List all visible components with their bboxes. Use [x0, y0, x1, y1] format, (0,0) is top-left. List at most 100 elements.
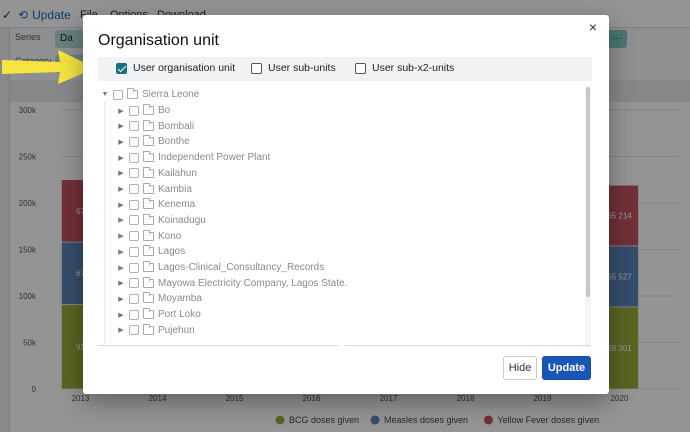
- caret-right-icon[interactable]: ▶: [116, 122, 126, 130]
- tree-item[interactable]: ▶ Bonthe: [116, 134, 190, 149]
- checkbox-icon[interactable]: [129, 152, 139, 163]
- tree-root[interactable]: ▼ Sierra Leone: [100, 87, 199, 102]
- option-user-sub-units[interactable]: User sub-units: [251, 62, 336, 74]
- checkbox-icon[interactable]: [129, 199, 139, 210]
- checkbox-icon[interactable]: [129, 262, 139, 273]
- tree-item[interactable]: ▶ Moyamba: [116, 291, 202, 306]
- checkbox-icon[interactable]: [129, 325, 139, 336]
- option-user-sub-x2-units[interactable]: User sub-x2-units: [355, 62, 454, 74]
- checkbox-checked-icon[interactable]: [116, 62, 127, 74]
- tree-item-label: Bo: [158, 105, 171, 116]
- checkbox-icon[interactable]: [129, 246, 139, 257]
- tree-item-label: Lagos-Clinical_Consultancy_Records: [158, 262, 325, 273]
- tree-item[interactable]: ▶ Lagos: [116, 244, 185, 259]
- checkbox-icon[interactable]: [113, 89, 123, 100]
- tree-item[interactable]: ▶ Bombali: [116, 119, 194, 134]
- tree-item[interactable]: ▶ Independent Power Plant: [116, 150, 270, 165]
- tree-item[interactable]: ▶ Lagos-Clinical_Consultancy_Records: [116, 260, 324, 275]
- folder-icon: [143, 166, 154, 178]
- caret-right-icon[interactable]: ▶: [116, 295, 126, 303]
- caret-right-icon[interactable]: ▶: [116, 264, 126, 272]
- checkbox-icon[interactable]: [129, 184, 139, 194]
- checkbox-icon[interactable]: [129, 121, 139, 132]
- hide-button[interactable]: Hide: [503, 356, 537, 380]
- caret-right-icon[interactable]: ▶: [116, 311, 126, 319]
- close-icon[interactable]: ×: [585, 19, 601, 35]
- caret-right-icon[interactable]: ▶: [116, 154, 126, 162]
- folder-icon: [143, 104, 154, 115]
- tree-root-label: Sierra Leone: [142, 89, 200, 100]
- caret-right-icon[interactable]: ▶: [116, 201, 126, 209]
- org-unit-dialog: × Organisation unit User organisation un…: [83, 15, 609, 394]
- folder-icon: [143, 151, 154, 163]
- tree-item-label: Moyamba: [158, 293, 202, 305]
- caret-down-icon[interactable]: ▼: [100, 91, 110, 98]
- caret-right-icon[interactable]: ▶: [116, 169, 126, 177]
- caret-right-icon[interactable]: ▶: [116, 326, 126, 334]
- caret-right-icon[interactable]: ▶: [116, 232, 126, 240]
- checkbox-icon[interactable]: [129, 293, 139, 304]
- caret-right-icon[interactable]: ▶: [116, 107, 126, 115]
- folder-icon: [143, 323, 154, 335]
- checkbox-icon[interactable]: [355, 62, 366, 74]
- caret-right-icon[interactable]: ▶: [116, 248, 126, 256]
- folder-icon: [143, 135, 154, 147]
- tree-item-label: Kambia: [158, 183, 192, 195]
- update-button[interactable]: Update: [542, 356, 591, 380]
- tree-item-label: Kailahun: [158, 167, 197, 179]
- checkbox-icon[interactable]: [129, 105, 139, 116]
- option-label: User sub-units: [268, 62, 336, 74]
- checkbox-icon[interactable]: [129, 231, 139, 242]
- tree-item-label: Lagos: [158, 246, 186, 258]
- tree-item-label: Kenema: [158, 199, 196, 211]
- folder-icon: [143, 261, 154, 272]
- option-label: User sub-x2-units: [372, 62, 455, 74]
- tree-item-label: Bombali: [158, 120, 195, 132]
- checkbox-icon[interactable]: [251, 62, 262, 74]
- tree-item[interactable]: ▶ Pujehun: [116, 323, 195, 338]
- tree-item-label: Port Loko: [158, 309, 201, 321]
- tree-item[interactable]: ▶ Kailahun: [116, 166, 197, 181]
- checkbox-icon[interactable]: [129, 215, 139, 226]
- user-org-unit-options: User organisation unit User sub-units Us…: [98, 57, 592, 81]
- caret-right-icon[interactable]: ▶: [116, 216, 126, 224]
- tree-item[interactable]: ▶ Mayowa Electricity Company, Lagos State…: [116, 276, 347, 291]
- tree-item-label: Pujehun: [158, 324, 195, 336]
- tree-item[interactable]: ▶ Kono: [116, 229, 181, 244]
- tree-item-label: Kono: [158, 230, 182, 242]
- folder-icon: [143, 198, 154, 210]
- folder-icon: [143, 213, 154, 225]
- caret-right-icon[interactable]: ▶: [116, 279, 126, 287]
- folder-icon: [143, 276, 154, 288]
- folder-icon: [143, 229, 154, 241]
- checkbox-icon[interactable]: [129, 309, 139, 320]
- folder-icon: [143, 182, 154, 194]
- tree-item[interactable]: ▶ Kambia: [116, 182, 192, 197]
- org-unit-tree: ▼ Sierra Leone ▶ Bo ▶ Bombali ▶ Bonthe ▶ Indepe…: [98, 85, 586, 347]
- checkbox-icon[interactable]: [129, 278, 139, 289]
- dialog-title: Organisation unit: [98, 32, 219, 49]
- folder-open-icon: [127, 88, 138, 99]
- caret-right-icon[interactable]: ▶: [116, 185, 126, 193]
- tree-item[interactable]: ▶ Koinadugu: [116, 213, 206, 228]
- tree-scrollbar-thumb[interactable]: [586, 87, 590, 297]
- tree-item[interactable]: ▶ Kenema: [116, 197, 195, 212]
- folder-icon: [143, 292, 154, 304]
- caret-right-icon[interactable]: ▶: [116, 138, 126, 146]
- option-label: User organisation unit: [133, 62, 236, 74]
- divider: [98, 345, 339, 346]
- folder-icon: [143, 245, 154, 257]
- tree-item-label: Koinadugu: [158, 214, 206, 226]
- folder-icon: [143, 119, 154, 131]
- tree-item-label: Bonthe: [158, 136, 190, 148]
- tree-guide-line: [104, 102, 105, 347]
- checkbox-icon[interactable]: [129, 168, 139, 179]
- divider: [345, 345, 591, 346]
- tree-item-label: Mayowa Electricity Company, Lagos State.: [158, 277, 348, 289]
- tree-item[interactable]: ▶ Bo: [116, 103, 170, 118]
- tree-item-label: Independent Power Plant: [158, 152, 271, 164]
- option-user-org-unit[interactable]: User organisation unit: [116, 62, 235, 74]
- checkbox-icon[interactable]: [129, 136, 139, 147]
- tree-item[interactable]: ▶ Port Loko: [116, 307, 201, 322]
- folder-icon: [143, 308, 154, 320]
